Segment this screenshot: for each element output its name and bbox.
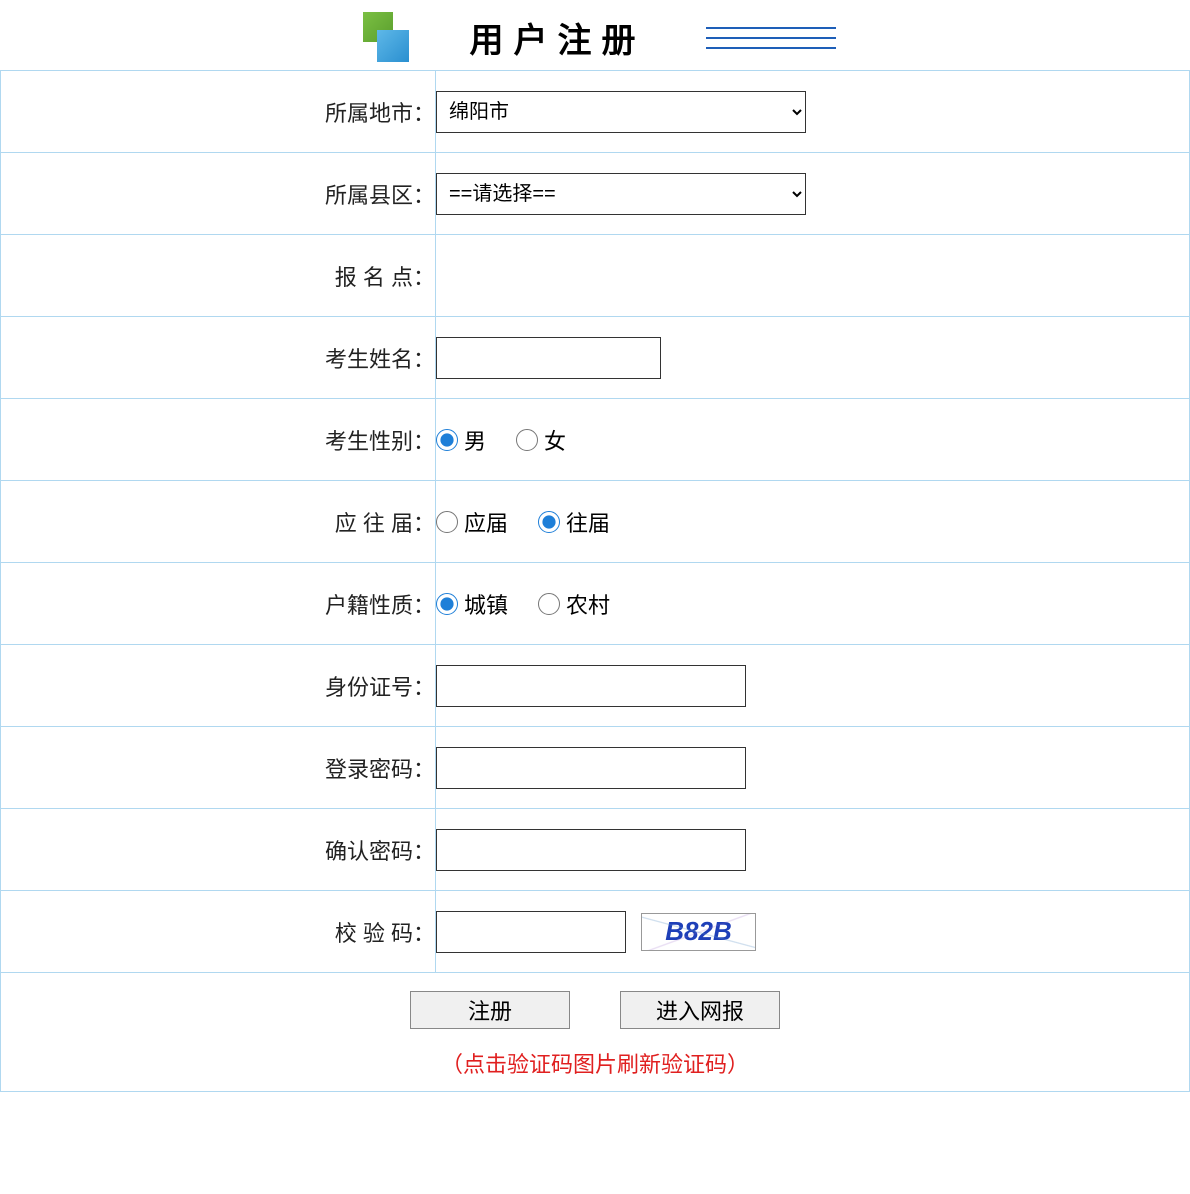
residence-urban-radio[interactable] <box>436 593 458 615</box>
student-name-input[interactable] <box>436 337 661 379</box>
confirm-password-label: 确认密码： <box>1 809 436 891</box>
password-input[interactable] <box>436 747 746 789</box>
graduate-current-label[interactable]: 应届 <box>464 506 508 538</box>
district-label: 所属县区： <box>1 153 436 235</box>
graduate-status-label: 应 往 届： <box>1 481 436 563</box>
id-number-input[interactable] <box>436 665 746 707</box>
enter-button[interactable]: 进入网报 <box>620 991 780 1029</box>
registration-point-label: 报 名 点： <box>1 235 436 317</box>
gender-female-label[interactable]: 女 <box>544 424 566 456</box>
registration-form: 所属地市： 绵阳市 所属县区： ==请选择== 报 名 点： 考生姓名： <box>0 70 1190 1092</box>
graduate-previous-label[interactable]: 往届 <box>566 506 610 538</box>
graduate-previous-radio[interactable] <box>538 511 560 533</box>
residence-rural-radio[interactable] <box>538 593 560 615</box>
gender-male-radio[interactable] <box>436 429 458 451</box>
page-header: 用户注册 <box>0 0 1190 70</box>
city-select[interactable]: 绵阳市 <box>436 91 806 133</box>
district-select[interactable]: ==请选择== <box>436 173 806 215</box>
gender-female-radio[interactable] <box>516 429 538 451</box>
register-button[interactable]: 注册 <box>410 991 570 1029</box>
password-label: 登录密码： <box>1 727 436 809</box>
header-decoration <box>706 27 836 49</box>
gender-male-label[interactable]: 男 <box>464 424 486 456</box>
graduate-current-radio[interactable] <box>436 511 458 533</box>
gender-label: 考生性别： <box>1 399 436 481</box>
captcha-image[interactable]: B82B <box>641 913 756 951</box>
id-number-label: 身份证号： <box>1 645 436 727</box>
confirm-password-input[interactable] <box>436 829 746 871</box>
page-title: 用户注册 <box>470 13 646 62</box>
captcha-label: 校 验 码： <box>1 891 436 973</box>
captcha-input[interactable] <box>436 911 626 953</box>
residence-rural-label[interactable]: 农村 <box>566 588 610 620</box>
registration-point-cell <box>436 235 1190 317</box>
captcha-hint: （点击验证码图片刷新验证码） <box>1 1047 1189 1079</box>
student-name-label: 考生姓名： <box>1 317 436 399</box>
city-label: 所属地市： <box>1 71 436 153</box>
residence-urban-label[interactable]: 城镇 <box>464 588 508 620</box>
residence-type-label: 户籍性质： <box>1 563 436 645</box>
logo-icon <box>355 10 410 65</box>
